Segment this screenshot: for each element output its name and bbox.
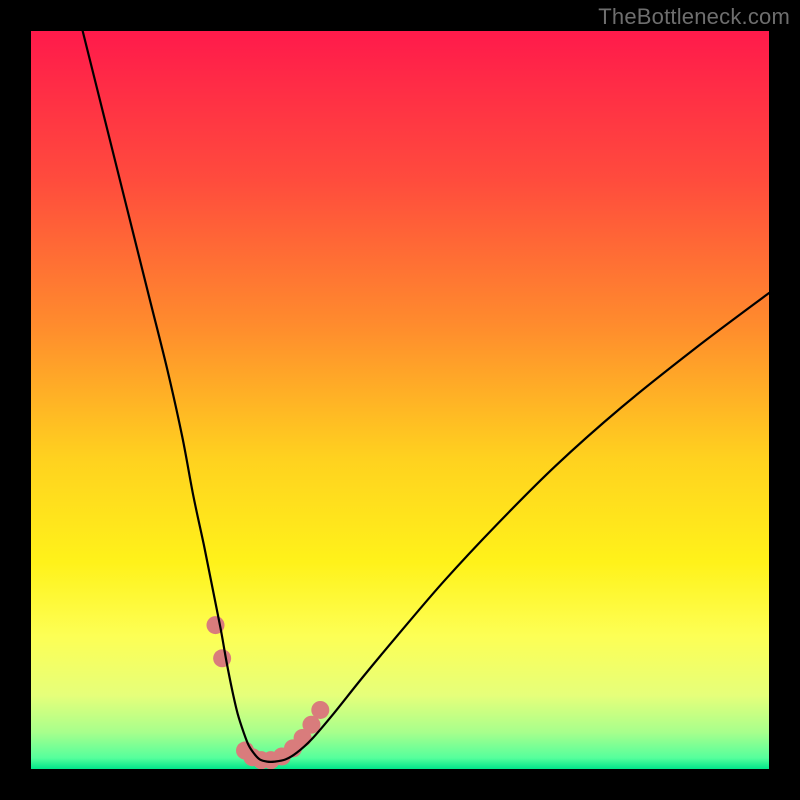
plot-area [31,31,769,769]
highlight-dot [213,649,231,667]
bottleneck-curve [83,31,769,762]
curve-layer [31,31,769,769]
highlight-dots [207,616,330,769]
chart-frame: TheBottleneck.com [0,0,800,800]
watermark-text: TheBottleneck.com [598,4,790,30]
highlight-dot [311,701,329,719]
